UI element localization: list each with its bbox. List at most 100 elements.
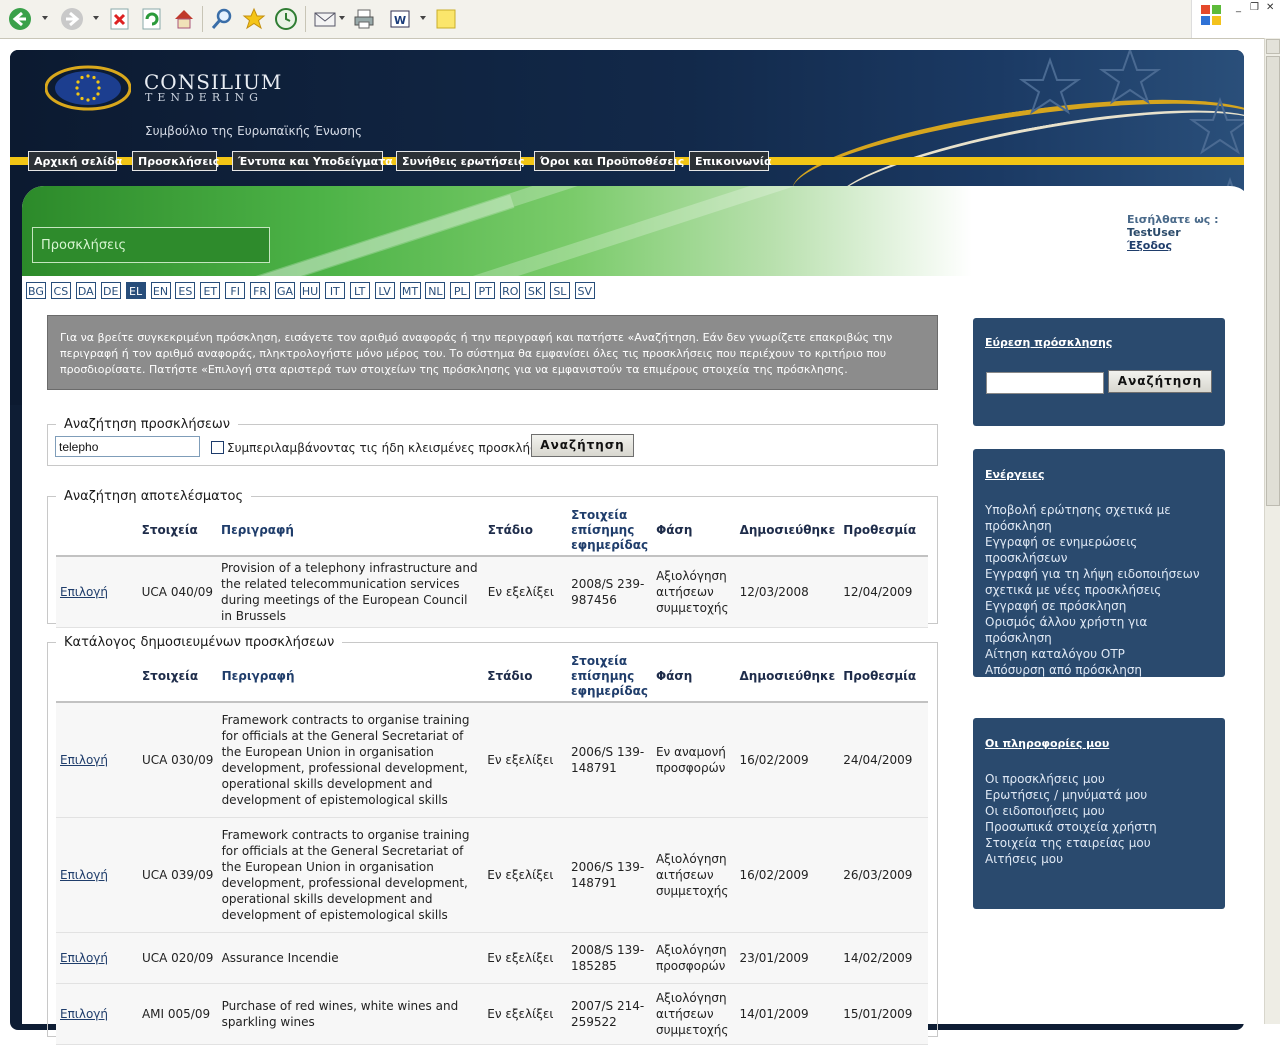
language-ga[interactable]: GA	[275, 282, 295, 299]
col-phase-header[interactable]: Φάση	[651, 652, 736, 703]
minimize-icon[interactable]: _	[1236, 2, 1241, 13]
language-el[interactable]: EL	[125, 282, 146, 299]
action-link[interactable]: Ορισμός άλλου χρήστη για πρόσκληση	[985, 614, 1217, 646]
my-info-link[interactable]: Προσωπικά στοιχεία χρήστη	[985, 819, 1217, 835]
my-info-link[interactable]: Ερωτήσεις / μηνύματά μου	[985, 787, 1217, 803]
edit-dropdown-icon[interactable]	[420, 16, 426, 20]
select-link[interactable]: Επιλογή	[60, 868, 108, 882]
home-icon[interactable]	[172, 7, 196, 31]
search-button[interactable]: Αναζήτηση	[531, 434, 634, 457]
language-it[interactable]: IT	[324, 282, 345, 299]
results-legend: Αναζήτηση αποτελέσματος	[64, 489, 244, 504]
col-description-header[interactable]: Περιγραφή	[217, 652, 484, 703]
language-bg[interactable]: BG	[26, 282, 46, 299]
published-cell: 16/02/2009	[735, 702, 840, 818]
language-lt[interactable]: LT	[349, 282, 370, 299]
col-deadline-header[interactable]: Προθεσμία	[839, 652, 928, 703]
my-info-link[interactable]: Οι ειδοποιήσεις μου	[985, 803, 1217, 819]
language-sl[interactable]: SL	[549, 282, 570, 299]
my-info-link[interactable]: Αιτήσεις μου	[985, 851, 1217, 867]
include-closed-checkbox[interactable]	[211, 441, 224, 454]
nav-faq[interactable]: Συνήθεις ερωτήσεις	[396, 151, 525, 171]
language-ro[interactable]: RO	[500, 282, 521, 299]
stop-icon[interactable]	[108, 7, 132, 31]
action-link[interactable]: Εγγραφή σε ενημερώσεις προσκλήσεων	[985, 534, 1217, 566]
description-cell: Provision of a telephony infrastructure …	[217, 556, 484, 628]
col-action-header	[56, 506, 138, 557]
scroll-up-arrow-icon[interactable]	[1266, 39, 1280, 54]
language-es[interactable]: ES	[175, 282, 196, 299]
close-icon[interactable]: ✕	[1266, 2, 1274, 13]
action-link[interactable]: Εγγραφή για τη λήψη ειδοποιήσεων σχετικά…	[985, 566, 1217, 598]
forward-icon[interactable]	[60, 7, 84, 31]
action-link[interactable]: Εγγραφή σε πρόσκληση	[985, 598, 1217, 614]
select-link[interactable]: Επιλογή	[60, 951, 108, 965]
logout-link[interactable]: Έξοδος	[1127, 239, 1172, 252]
back-dropdown-icon[interactable]	[42, 16, 48, 20]
my-info-link[interactable]: Στοιχεία της εταιρείας μου	[985, 835, 1217, 851]
nav-calls[interactable]: Προσκλήσεις	[132, 151, 219, 171]
mail-dropdown-icon[interactable]	[339, 16, 345, 20]
language-fi[interactable]: FI	[225, 282, 246, 299]
note-icon[interactable]	[434, 7, 458, 31]
language-da[interactable]: DA	[75, 282, 96, 299]
col-description-header[interactable]: Περιγραφή	[217, 506, 484, 557]
language-et[interactable]: ET	[200, 282, 221, 299]
include-closed-label: Συμπεριλαμβάνοντας τις ήδη κλεισμένες πρ…	[227, 441, 556, 455]
nav-contact[interactable]: Επικοινωνία	[689, 151, 772, 171]
language-sv[interactable]: SV	[574, 282, 595, 299]
language-en[interactable]: EN	[150, 282, 171, 299]
find-call-input[interactable]	[986, 372, 1104, 394]
search-input[interactable]	[55, 436, 200, 457]
language-fr[interactable]: FR	[250, 282, 271, 299]
forward-dropdown-icon[interactable]	[93, 16, 99, 20]
back-icon[interactable]	[8, 7, 32, 31]
language-nl[interactable]: NL	[425, 282, 446, 299]
action-link[interactable]: Υποβολή ερώτησης σχετικά με πρόσκληση	[985, 502, 1217, 534]
col-ref-header[interactable]: Στοιχεία	[137, 506, 218, 557]
select-link[interactable]: Επιλογή	[60, 585, 108, 599]
restore-icon[interactable]: ❐	[1250, 2, 1259, 13]
language-pt[interactable]: PT	[475, 282, 496, 299]
language-lv[interactable]: LV	[374, 282, 395, 299]
description-cell: Assurance Incendie	[217, 932, 484, 984]
search-icon[interactable]	[210, 7, 234, 31]
col-phase-header[interactable]: Φάση	[652, 506, 736, 557]
phase-cell: Εν αναμονή προσφορών	[651, 702, 736, 818]
favorites-icon[interactable]	[242, 7, 266, 31]
history-icon[interactable]	[274, 7, 298, 31]
language-mt[interactable]: MT	[399, 282, 421, 299]
select-link[interactable]: Επιλογή	[60, 753, 108, 767]
action-link[interactable]: Απόσυρση από πρόσκληση	[985, 662, 1217, 678]
action-link[interactable]: Αίτηση καταλόγου OTP	[985, 646, 1217, 662]
reference-cell: UCA 020/09	[137, 932, 218, 984]
published-cell: 16/02/2009	[735, 817, 840, 933]
nav-forms[interactable]: Έντυπα και Υποδείγματα	[232, 151, 393, 171]
col-deadline-header[interactable]: Προθεσμία	[839, 506, 928, 557]
find-call-button[interactable]: Αναζήτηση	[1108, 370, 1212, 393]
edit-icon[interactable]: W	[388, 7, 412, 31]
nav-terms[interactable]: Όροι και Προϋποθέσεις	[534, 151, 684, 171]
nav-home[interactable]: Αρχική σελίδα	[28, 151, 122, 171]
language-hu[interactable]: HU	[299, 282, 320, 299]
language-de[interactable]: DE	[100, 282, 121, 299]
page-scrollbar[interactable]	[1264, 38, 1280, 1024]
svg-text:W: W	[394, 14, 406, 27]
refresh-icon[interactable]	[140, 7, 164, 31]
col-published-header[interactable]: Δημοσιεύθηκε	[735, 652, 840, 703]
scroll-thumb[interactable]	[1266, 56, 1280, 506]
language-pl[interactable]: PL	[450, 282, 471, 299]
mail-icon[interactable]	[313, 7, 337, 31]
print-icon[interactable]	[352, 7, 376, 31]
select-link[interactable]: Επιλογή	[60, 1007, 108, 1021]
table-row: Επιλογή UCA 039/09 Framework contracts to …	[56, 817, 928, 933]
eu-flag-logo[interactable]	[44, 65, 132, 111]
language-cs[interactable]: CS	[50, 282, 71, 299]
find-call-title[interactable]: Εύρεση πρόσκλησης	[985, 336, 1112, 349]
col-ref-header[interactable]: Στοιχεία	[137, 652, 218, 703]
col-oj-header-line: Στοιχεία	[570, 654, 628, 668]
brand-subtitle: TENDERING	[145, 91, 263, 104]
language-sk[interactable]: SK	[525, 282, 545, 299]
col-published-header[interactable]: Δημοσιεύθηκε	[735, 506, 840, 557]
my-info-link[interactable]: Οι προσκλήσεις μου	[985, 771, 1217, 787]
